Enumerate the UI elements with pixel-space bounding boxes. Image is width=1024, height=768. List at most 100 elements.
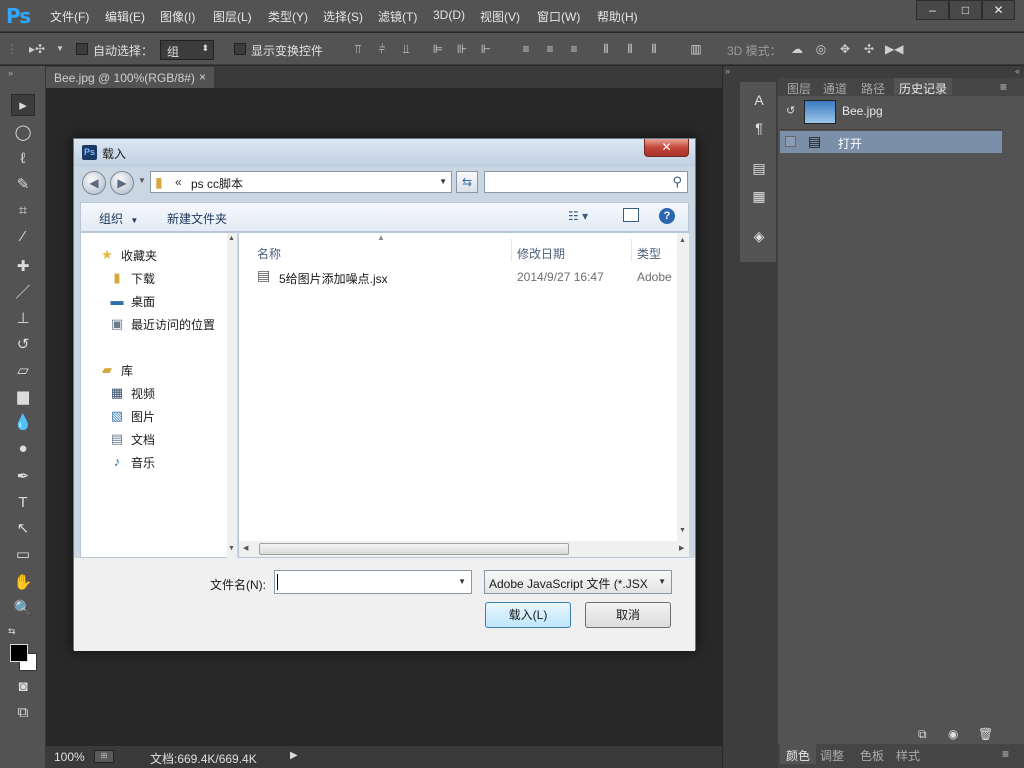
- nav-item-videos[interactable]: ▦ 视频: [111, 385, 155, 402]
- history-source-checkbox[interactable]: [785, 136, 796, 147]
- menu-select[interactable]: 选择(S): [323, 8, 363, 25]
- paragraph-panel-icon[interactable]: ¶: [752, 120, 766, 138]
- panel-collapse-bar[interactable]: «: [778, 66, 1024, 78]
- quick-select-tool-icon[interactable]: ✎: [11, 174, 35, 196]
- align-top-icon[interactable]: ⫪: [350, 42, 366, 56]
- nav-item-documents[interactable]: ▤ 文档: [111, 431, 155, 448]
- brush-tool-icon[interactable]: ／: [11, 282, 35, 304]
- move-tool-preset-icon[interactable]: ▸✣: [24, 42, 50, 56]
- tab-swatches[interactable]: 色板: [860, 747, 884, 764]
- align-bottom-icon[interactable]: ⫫: [398, 42, 414, 56]
- column-header-name[interactable]: 名称: [257, 245, 281, 262]
- tab-layers[interactable]: 图层: [782, 78, 816, 96]
- 3d-rotate-icon[interactable]: ☁: [789, 42, 805, 56]
- history-brush-tool-icon[interactable]: ↺: [11, 334, 35, 356]
- menu-3d[interactable]: 3D(D): [433, 8, 465, 22]
- scroll-right-icon[interactable]: ▶: [679, 544, 684, 552]
- eraser-tool-icon[interactable]: ▱: [11, 360, 35, 382]
- back-button[interactable]: ◀: [82, 171, 106, 195]
- cancel-button[interactable]: 取消: [585, 602, 671, 628]
- column-header-modified[interactable]: 修改日期: [517, 245, 565, 262]
- collapse-arrows-icon[interactable]: »: [8, 68, 13, 78]
- nav-favorites[interactable]: ★ 收藏夹: [101, 247, 157, 264]
- status-menu-arrow-icon[interactable]: ▶: [290, 750, 298, 761]
- tab-channels[interactable]: 通道: [818, 78, 852, 96]
- zoom-level[interactable]: 100%: [54, 750, 85, 764]
- clone-stamp-tool-icon[interactable]: ⊥: [11, 308, 35, 330]
- scroll-down-icon[interactable]: ▼: [228, 545, 235, 552]
- help-icon[interactable]: ?: [659, 208, 675, 224]
- trash-icon[interactable]: 🗑: [978, 727, 993, 741]
- menu-layer[interactable]: 图层(L): [213, 8, 252, 25]
- auto-select-dropdown[interactable]: 组 ⬍: [160, 40, 214, 60]
- preview-pane-icon[interactable]: [623, 208, 639, 222]
- 3d-drag-icon[interactable]: ✥: [837, 42, 853, 56]
- nav-scrollbar[interactable]: ▲ ▼: [227, 233, 237, 559]
- load-button[interactable]: 载入(L): [485, 602, 571, 628]
- status-preview-icon[interactable]: ⊞: [94, 750, 114, 763]
- scroll-up-icon[interactable]: ▲: [228, 235, 235, 242]
- auto-align-icon[interactable]: ▥: [688, 42, 704, 56]
- breadcrumb-path[interactable]: ps cc脚本: [191, 175, 243, 192]
- nav-libraries[interactable]: ▰ 库: [102, 362, 133, 379]
- distribute-right-icon[interactable]: ⦀: [646, 42, 662, 56]
- collapse-dock-icon[interactable]: »: [723, 66, 779, 78]
- hand-tool-icon[interactable]: ✋: [11, 572, 35, 594]
- gradient-tool-icon[interactable]: ▆: [11, 386, 35, 408]
- file-list-hscrollbar[interactable]: ◀ ▶: [239, 541, 689, 557]
- camera-snapshot-icon[interactable]: ◉: [948, 727, 958, 741]
- new-folder-button[interactable]: 新建文件夹: [167, 210, 227, 227]
- file-row[interactable]: ▤ 5给图片添加噪点.jsx 2014/9/27 16:47 Adobe: [257, 267, 677, 287]
- distribute-vcenter-icon[interactable]: ≡: [542, 42, 558, 56]
- nav-item-pictures[interactable]: ▧ 图片: [111, 408, 155, 425]
- align-right-icon[interactable]: ⊩: [478, 42, 494, 56]
- view-options-icon[interactable]: ☷ ▾: [568, 209, 588, 223]
- tab-color[interactable]: 颜色: [780, 744, 817, 764]
- nav-item-downloads[interactable]: ▮ 下载: [113, 270, 155, 287]
- screen-mode-icon[interactable]: ⧉: [11, 702, 35, 724]
- column-header-type[interactable]: 类型: [637, 245, 661, 262]
- 3d-scale-icon[interactable]: ▶◀: [885, 42, 903, 56]
- 3d-slide-icon[interactable]: ✣: [861, 42, 877, 56]
- nav-item-music[interactable]: ♪ 音乐: [114, 454, 155, 471]
- distribute-left-icon[interactable]: ⦀: [598, 42, 614, 56]
- tab-history[interactable]: 历史记录: [894, 78, 953, 96]
- document-tab[interactable]: Bee.jpg @ 100%(RGB/8#) ×: [46, 67, 214, 88]
- align-left-icon[interactable]: ⊫: [430, 42, 446, 56]
- maximize-button[interactable]: □: [949, 0, 982, 20]
- path-select-tool-icon[interactable]: ↖: [11, 518, 35, 540]
- address-dropdown-icon[interactable]: ▼: [439, 177, 447, 186]
- address-box[interactable]: ▮ « ps cc脚本 ▼: [150, 171, 452, 193]
- tab-close-icon[interactable]: ×: [199, 70, 206, 84]
- history-snapshot-row[interactable]: ↺ Bee.jpg: [780, 98, 1002, 126]
- menu-help[interactable]: 帮助(H): [597, 8, 638, 25]
- file-type-dropdown-icon[interactable]: ▼: [658, 577, 666, 586]
- quick-mask-icon[interactable]: ◙: [11, 676, 35, 698]
- file-list-vscrollbar[interactable]: ▲ ▼: [677, 233, 689, 541]
- healing-brush-tool-icon[interactable]: ✚: [11, 256, 35, 278]
- menu-edit[interactable]: 编辑(E): [105, 8, 145, 25]
- rectangle-tool-icon[interactable]: ▭: [11, 544, 35, 566]
- panel-menu-icon[interactable]: ≡: [1000, 80, 1007, 94]
- minimize-button[interactable]: –: [916, 0, 949, 20]
- distribute-bottom-icon[interactable]: ≡: [566, 42, 582, 56]
- close-window-button[interactable]: ✕: [982, 0, 1015, 20]
- align-hcenter-icon[interactable]: ⊪: [454, 42, 470, 56]
- 3d-panel-icon[interactable]: ◈: [752, 228, 766, 246]
- foreground-color-swatch[interactable]: [10, 644, 28, 662]
- history-brush-source-icon[interactable]: ↺: [786, 104, 795, 117]
- bottom-panel-menu-icon[interactable]: ≡: [1002, 747, 1009, 761]
- filename-history-dropdown-icon[interactable]: ▼: [458, 577, 466, 586]
- properties-panel-icon[interactable]: ▦: [752, 188, 766, 206]
- new-document-from-state-icon[interactable]: ⧉: [918, 727, 927, 742]
- menu-window[interactable]: 窗口(W): [537, 8, 580, 25]
- scroll-down-icon[interactable]: ▼: [679, 527, 686, 534]
- align-vcenter-icon[interactable]: ⫩: [374, 42, 390, 56]
- forward-button[interactable]: ▶: [110, 171, 134, 195]
- chevron-down-icon[interactable]: ▼: [52, 42, 68, 56]
- distribute-top-icon[interactable]: ≡: [518, 42, 534, 56]
- marquee-tool-icon[interactable]: ◯: [11, 122, 35, 144]
- auto-select-checkbox[interactable]: [76, 43, 88, 55]
- crop-tool-icon[interactable]: ⌗: [11, 200, 35, 222]
- tab-paths[interactable]: 路径: [856, 78, 890, 96]
